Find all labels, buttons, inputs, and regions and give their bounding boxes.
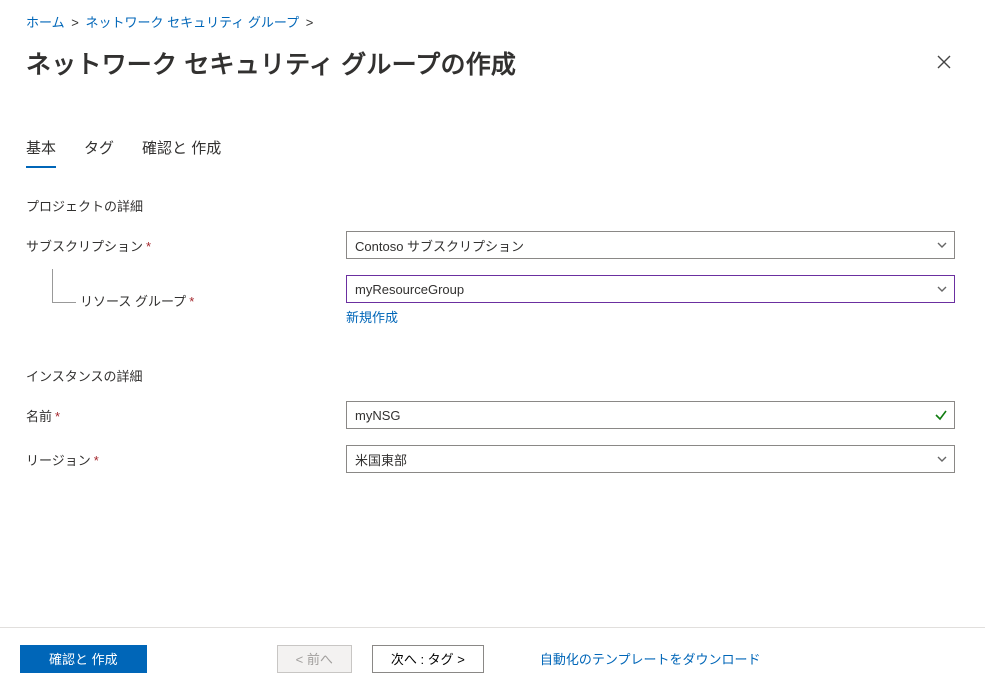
resource-group-value: myResourceGroup [355,282,464,297]
row-name: 名前* myNSG [26,401,955,429]
label-region: リージョン* [26,450,346,469]
row-subscription: サブスクリプション* Contoso サブスクリプション [26,231,955,259]
page-title: ネットワーク セキュリティ グループの作成 [26,45,516,81]
previous-button[interactable]: < 前へ [277,645,352,673]
tab-basic[interactable]: 基本 [26,131,56,168]
region-select[interactable]: 米国東部 [346,445,955,473]
required-marker: * [189,294,194,309]
check-icon [934,408,948,422]
subscription-select[interactable]: Contoso サブスクリプション [346,231,955,259]
close-icon [937,55,951,69]
download-template-link[interactable]: 自動化のテンプレートをダウンロード [540,649,761,668]
required-marker: * [146,239,151,254]
review-create-button[interactable]: 確認と 作成 [20,645,147,673]
resource-group-select[interactable]: myResourceGroup [346,275,955,303]
header: ネットワーク セキュリティ グループの作成 [0,35,985,91]
chevron-down-icon [936,283,948,295]
label-subscription: サブスクリプション* [26,236,346,255]
main-form: プロジェクトの詳細 サブスクリプション* Contoso サブスクリプション リ… [0,168,985,491]
row-region: リージョン* 米国東部 [26,445,955,473]
row-resource-group: リソース グループ* myResourceGroup 新規作成 [26,275,955,326]
next-button[interactable]: 次へ : タグ > [372,645,484,673]
chevron-down-icon [936,453,948,465]
section-project-details: プロジェクトの詳細 [26,196,955,215]
label-resource-group: リソース グループ* [26,291,346,310]
indent-line [52,269,76,303]
tab-tags[interactable]: タグ [84,131,114,168]
breadcrumb-nsg[interactable]: ネットワーク セキュリティ グループ [85,15,299,30]
chevron-down-icon [936,239,948,251]
name-value: myNSG [355,408,401,423]
section-instance-details: インスタンスの詳細 [26,366,955,385]
breadcrumb-sep: > [71,15,79,30]
footer: 確認と 作成 < 前へ 次へ : タグ > 自動化のテンプレートをダウンロード [0,627,985,689]
region-value: 米国東部 [355,450,407,469]
name-input[interactable]: myNSG [346,401,955,429]
breadcrumb: ホーム > ネットワーク セキュリティ グループ > [0,0,985,35]
tab-review-create[interactable]: 確認と 作成 [142,131,221,168]
required-marker: * [94,453,99,468]
breadcrumb-home[interactable]: ホーム [26,15,65,30]
label-name: 名前* [26,406,346,425]
subscription-value: Contoso サブスクリプション [355,236,524,255]
close-button[interactable] [933,49,955,77]
required-marker: * [55,409,60,424]
tabs: 基本 タグ 確認と 作成 [0,131,985,168]
breadcrumb-sep-2: > [306,15,314,30]
create-new-link[interactable]: 新規作成 [346,307,398,326]
